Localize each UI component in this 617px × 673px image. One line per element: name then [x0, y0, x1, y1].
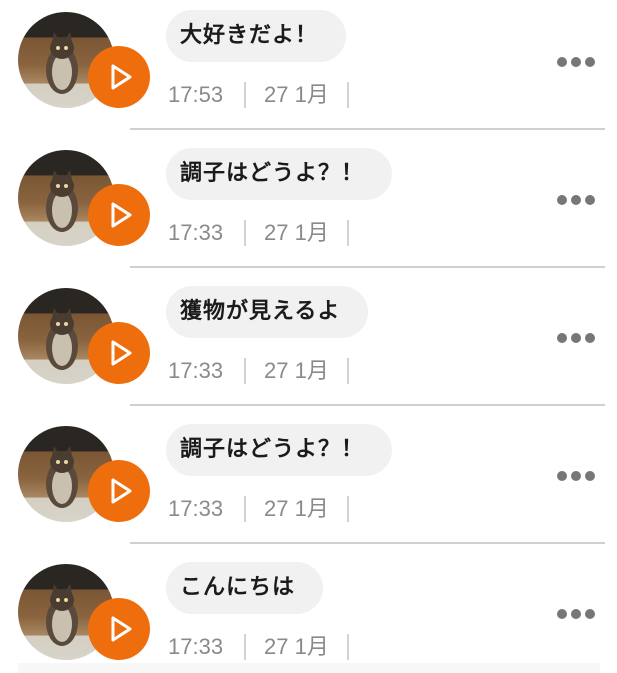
- message-time: 17:53: [168, 82, 224, 107]
- meta-separator: [244, 496, 246, 522]
- message-date: 27 1月: [264, 82, 329, 107]
- message-bubble[interactable]: 獲物が見えるよ: [166, 286, 369, 338]
- message-time: 17:33: [168, 220, 224, 245]
- more-dots-icon: [557, 195, 567, 205]
- more-options-button[interactable]: [552, 462, 600, 490]
- divider: [130, 128, 605, 130]
- meta-separator: [244, 358, 246, 384]
- message-time: 17:33: [168, 358, 224, 383]
- meta-separator: [347, 496, 349, 522]
- meta-separator: [347, 82, 349, 108]
- meta-separator: [244, 220, 246, 246]
- message-bubble[interactable]: 調子はどうよ？！: [166, 148, 393, 200]
- message-date: 27 1月: [264, 220, 329, 245]
- divider: [130, 266, 605, 268]
- message-bubble[interactable]: 大好きだよ！: [166, 10, 347, 62]
- meta-separator: [347, 220, 349, 246]
- more-options-button[interactable]: [552, 600, 600, 628]
- message-date: 27 1月: [264, 634, 329, 659]
- play-icon: [111, 478, 132, 504]
- divider: [130, 542, 605, 544]
- bottom-fade: [18, 663, 600, 673]
- list-item: 獲物が見えるよ 17:33 27 1月: [0, 276, 617, 414]
- play-icon: [111, 64, 132, 90]
- more-dots-icon: [557, 471, 567, 481]
- more-options-button[interactable]: [552, 48, 600, 76]
- message-time: 17:33: [168, 496, 224, 521]
- message-time: 17:33: [168, 634, 224, 659]
- meta-separator: [244, 82, 246, 108]
- more-dots-icon: [557, 57, 567, 67]
- more-dots-icon: [557, 333, 567, 343]
- play-icon: [111, 340, 132, 366]
- message-bubble[interactable]: 調子はどうよ？！: [166, 424, 393, 476]
- meta-separator: [244, 634, 246, 660]
- meta-separator: [347, 634, 349, 660]
- meta-separator: [347, 358, 349, 384]
- message-bubble[interactable]: こんにちは: [166, 562, 324, 614]
- play-icon: [111, 616, 132, 642]
- play-button[interactable]: [88, 322, 150, 384]
- more-dots-icon: [557, 609, 567, 619]
- play-button[interactable]: [88, 46, 150, 108]
- list-item: こんにちは 17:33 27 1月: [0, 552, 617, 673]
- list-item: 調子はどうよ？！ 17:33 27 1月: [0, 414, 617, 552]
- play-button[interactable]: [88, 460, 150, 522]
- more-options-button[interactable]: [552, 324, 600, 352]
- message-date: 27 1月: [264, 496, 329, 521]
- list-item: 大好きだよ！ 17:53 27 1月: [0, 0, 617, 138]
- divider: [130, 404, 605, 406]
- play-icon: [111, 202, 132, 228]
- message-date: 27 1月: [264, 358, 329, 383]
- list-item: 調子はどうよ？！ 17:33 27 1月: [0, 138, 617, 276]
- play-button[interactable]: [88, 598, 150, 660]
- more-options-button[interactable]: [552, 186, 600, 214]
- play-button[interactable]: [88, 184, 150, 246]
- voice-message-list: 大好きだよ！ 17:53 27 1月 調子はどうよ？！ 17:33 27 1月 …: [0, 0, 617, 673]
